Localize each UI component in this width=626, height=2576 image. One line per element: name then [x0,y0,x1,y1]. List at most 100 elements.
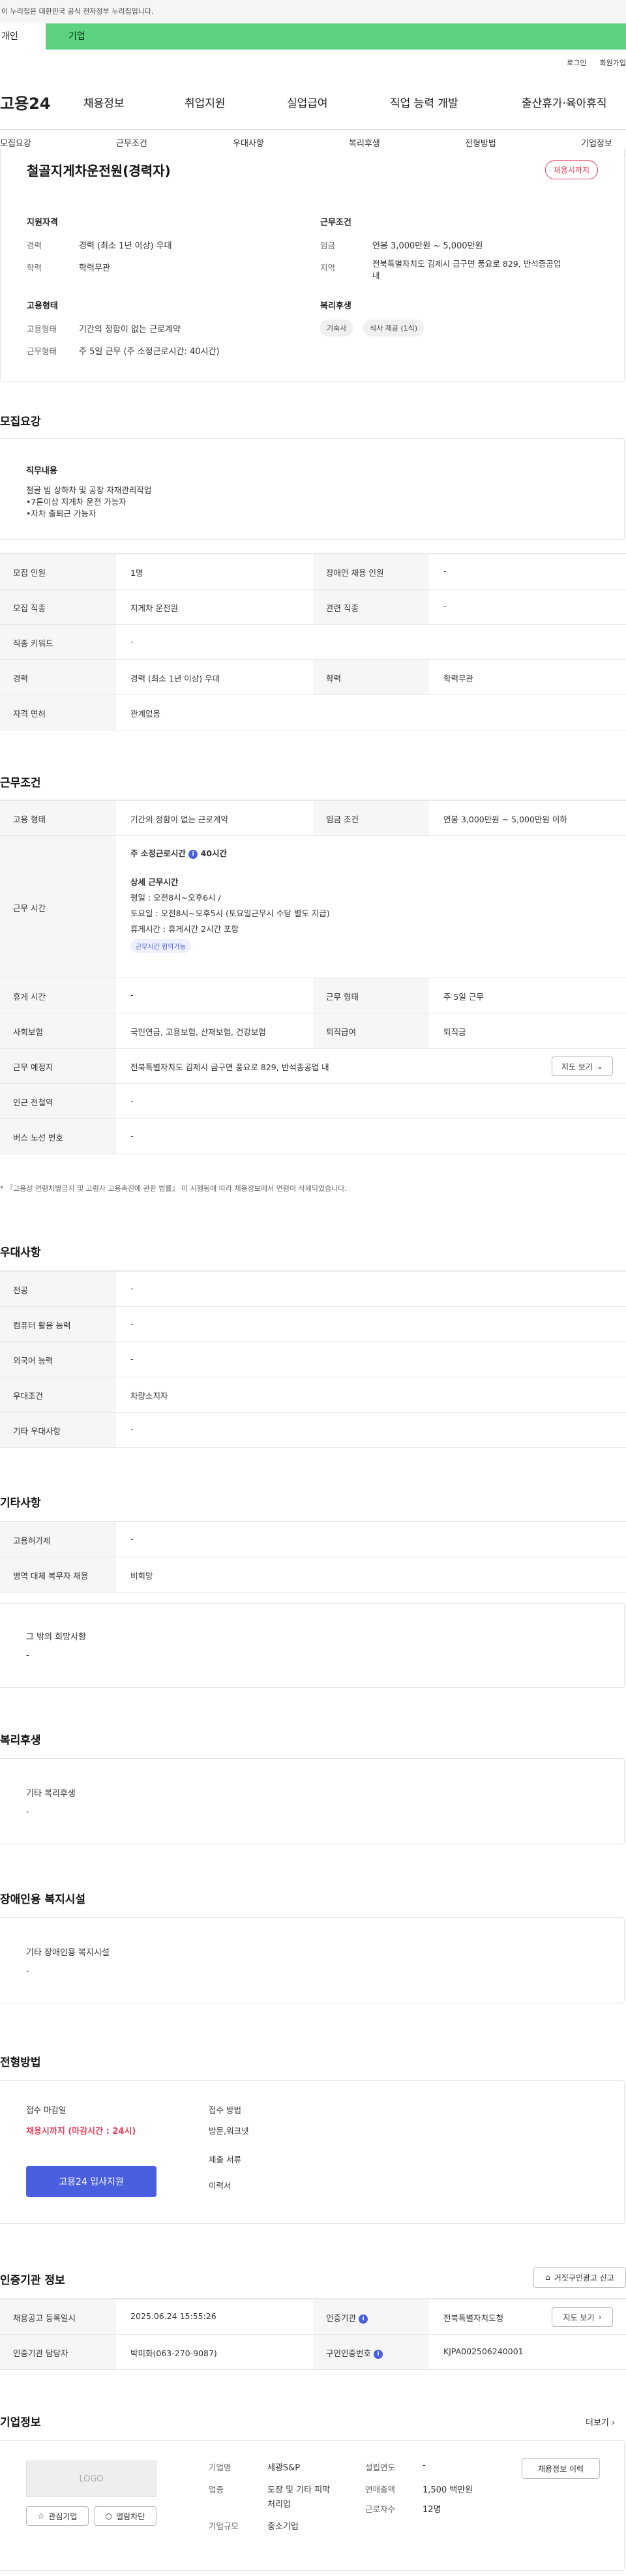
emp-value: 주 5일 근무 (주 소정근로시간: 40시간) [79,347,220,357]
pref-table: 전공 - 컴퓨터 활용 능력 - 외국어 능력 - 우대조건 차량소지자 기타 … [0,1270,626,1448]
row-label: 구인인증번호 i [326,2346,383,2359]
emp-label: 고용형태 [27,324,57,334]
row-label: 인증기관 담당자 [13,2348,68,2358]
agency-map-button[interactable]: 지도 보기 › [552,2307,613,2327]
gnb-jobs[interactable]: 채용정보 [83,94,125,110]
map-view-button[interactable]: 지도 보기 ⌄ [552,1056,613,1076]
qual-label: 경력 [27,241,42,250]
work-heading: 근무조건 [0,777,41,790]
info-icon[interactable]: i [359,2314,368,2324]
info-icon[interactable]: i [374,2349,383,2359]
row-label: 컴퓨터 활용 능력 [13,1321,71,1330]
recruit-table: 모집 인원 1명 장애인 채용 인원 - 모집 직종 지게차 운전원 관련 직종… [0,553,626,730]
company-label: 기업규모 [209,2521,239,2531]
home-icon: ⌂ [545,2273,550,2282]
detail-hours-line: 토요일 : 오전8시~오후5시 (토요일근무시 수당 별도 지급) [130,908,330,918]
welfare-box-title: 기타 복리후생 [26,1789,76,1799]
chevron-down-icon: ⌄ [596,1062,604,1071]
table-row: 모집 인원 1명 장애인 채용 인원 - [0,554,626,590]
audience-switch: 개인 기업 [0,23,626,50]
tab-pref[interactable]: 우대사항 [233,136,264,149]
table-row: 직종 키워드 - [0,625,626,660]
row-value: 연봉 3,000만원 ~ 5,000만원 이하 [443,815,567,824]
row-value: - [130,990,134,1000]
hours-main-label: 주 소정근로시간 [130,848,186,858]
age-law-note: * 『고용상 연령차별금지 및 고령자 고용촉진에 관한 법률』 이 시행됨에 … [0,1184,347,1193]
row-value: 퇴직금 [443,1027,466,1037]
login-link[interactable]: 로그인 [567,57,586,68]
row-label: 직종 키워드 [13,638,53,648]
emp-title: 고용형태 [27,301,58,311]
company-label: 연매출액 [365,2485,396,2494]
circle-icon: ○ [105,2511,113,2521]
tab-recruit[interactable]: 모집요강 [0,136,31,149]
company-label: 기업명 [209,2463,231,2472]
favorite-company-button[interactable]: ☆ 관심기업 [26,2506,89,2526]
row-label: 임금 조건 [326,815,359,824]
company-card: LOGO ☆ 관심기업 ○ 열람차단 기업명 세광S&P 업종 도장 및 기타 피막… [0,2440,625,2571]
row-value: 비희망 [130,1571,153,1581]
row-label: 기타 우대사항 [13,1426,61,1436]
info-icon[interactable]: i [188,849,198,859]
row-label: 관련 직종 [326,603,359,613]
tab-process[interactable]: 전형방법 [465,136,496,149]
audience-company-tab[interactable]: 기업 [46,23,626,50]
row-value: - [130,1096,134,1105]
site-logo[interactable]: 고용24 [0,91,83,113]
table-row: 사회보험 국민연금, 고용보험, 산재보험, 건강보험 퇴직급여 퇴직금 [0,1013,626,1049]
row-value: 학력무관 [443,674,474,683]
table-row: 자격 면허 관계없음 [0,695,626,730]
row-label: 인근 전철역 [13,1098,53,1107]
table-row: 고용허가제 - [0,1522,626,1557]
gnb-employment-support[interactable]: 취업지원 [185,94,226,110]
tab-welfare[interactable]: 복리후생 [349,136,380,149]
gnb-unemployment-benefit[interactable]: 실업급여 [287,94,328,110]
job-history-button[interactable]: 채용정보 이력 [522,2458,600,2479]
row-label: 외국어 능력 [13,1356,53,1366]
cond-value: 연봉 3,000만원 ~ 5,000만원 [372,241,483,251]
company-value: 세광S&P [267,2463,301,2473]
other-wish-card: 그 밖의 희망사항 - [0,1603,625,1688]
company-more-label: 더보기 [586,2418,609,2428]
agency-table: 채용공고 등록일시 2025.06.24 15:55:26 인증기관 i 전북특… [0,2298,626,2370]
recruit-heading: 모집요강 [0,415,41,428]
row-value: 1명 [130,568,143,578]
qual-title: 지원자격 [27,218,58,228]
company-value: 1,500 백만원 [423,2485,473,2495]
report-ad-button[interactable]: ⌂ 거짓구인광고 신고 [533,2267,626,2288]
company-value: 중소기업 [267,2522,299,2532]
company-label: 근로자수 [365,2504,396,2514]
row-value: 2025.06.24 15:55:26 [130,2311,216,2321]
table-row: 인증기관 담당자 박미화(063-270-9087) 구인인증번호 i KJPA… [0,2335,626,2370]
row-label: 고용허가제 [13,1536,51,1546]
docs-label: 제출 서류 [209,2155,241,2164]
chevron-right-icon: › [612,2418,616,2428]
disabled-heading: 장애인용 복지시설 [0,1893,86,1906]
gnb-training[interactable]: 직업 능력 개발 [390,94,458,110]
hours-main: 주 소정근로시간 i 40시간 [130,846,227,859]
row-value: - [130,1319,134,1328]
etc-table: 고용허가제 - 병역 대체 복무자 채용 비희망 [0,1521,626,1593]
company-more-link[interactable]: 더보기 › [586,2416,615,2428]
table-row: 휴게 시간 - 근무 형태 주 5일 근무 [0,978,626,1013]
row-value: 전북특별자치도청 [443,2313,504,2323]
tab-company[interactable]: 기업정보 [581,136,612,149]
row-value: 관계없음 [130,709,161,719]
apply-button[interactable]: 고용24 입사지원 [26,2166,156,2197]
tab-work[interactable]: 근무조건 [116,136,147,149]
agency-label: 인증기관 [326,2313,357,2323]
signup-link[interactable]: 회원가입 [600,57,626,68]
gnb-parental-leave[interactable]: 출산휴가·육아휴직 [522,94,607,110]
row-value: 지게차 운전원 [130,603,178,613]
favorite-label: 관심기업 [48,2511,78,2521]
qual-value: 경력 (최소 1년 이상) 우대 [79,241,172,251]
util-menu: 로그인 회원가입 [567,57,626,68]
company-value-cont: 처리업 [267,2500,291,2509]
process-heading: 전형방법 [0,2056,41,2069]
row-value: 박미화(063-270-9087) [130,2348,217,2358]
star-icon: ☆ [37,2511,45,2521]
row-label: 경력 [13,674,29,683]
map-view-label: 지도 보기 [561,1062,593,1071]
block-view-button[interactable]: ○ 열람차단 [94,2506,156,2526]
audience-personal-tab[interactable]: 개인 [0,23,46,50]
